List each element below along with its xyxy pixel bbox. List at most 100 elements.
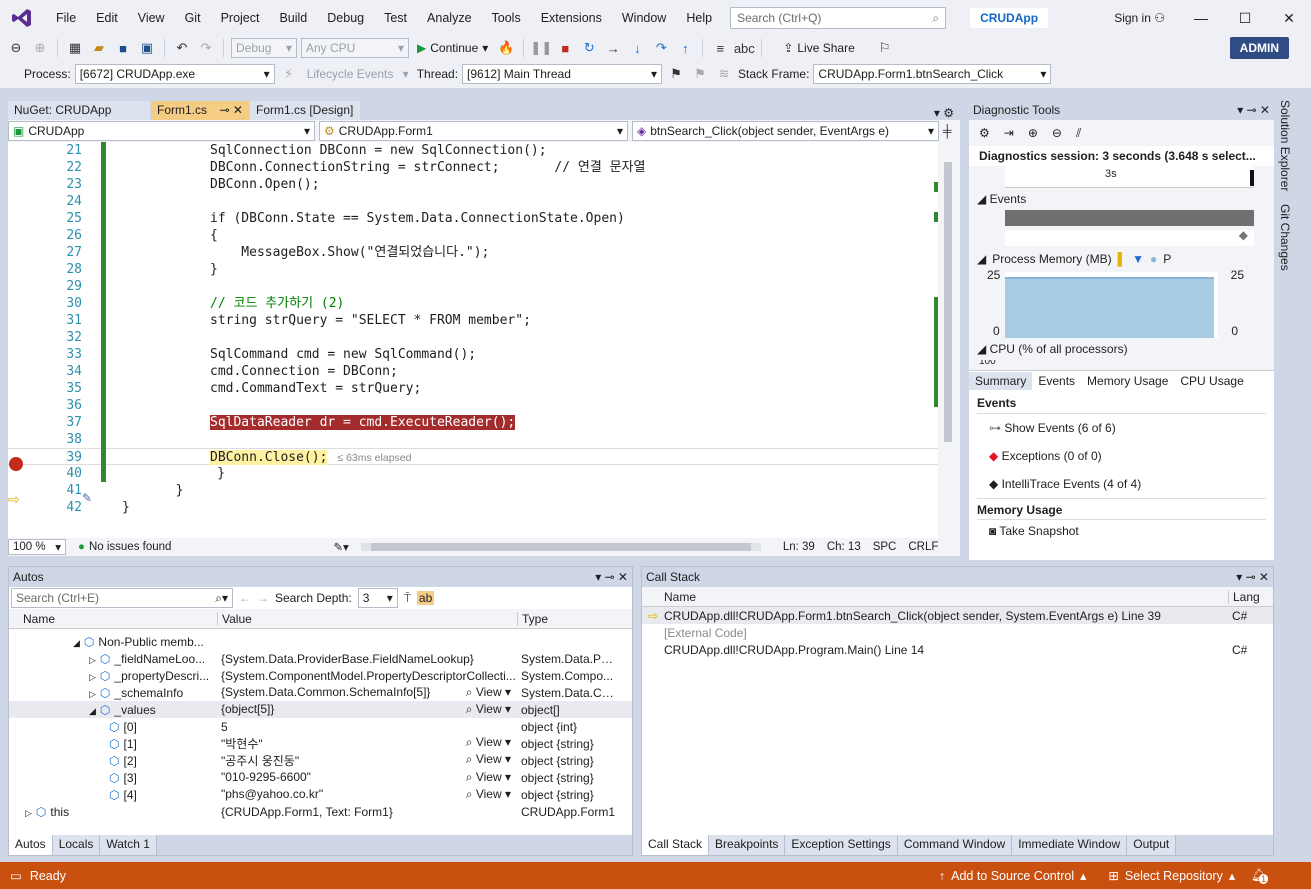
flag-thread-icon[interactable]: ⚑ — [666, 64, 686, 84]
code-line[interactable]: 21 SqlConnection DBConn = new SqlConnecti… — [8, 142, 938, 159]
filter-icon[interactable]: ⍑ — [404, 591, 411, 606]
tab-call-stack[interactable]: Call Stack — [642, 835, 710, 855]
menu-test[interactable]: Test — [374, 0, 417, 36]
menu-file[interactable]: File — [46, 0, 86, 36]
member-nav-select[interactable]: ◈ btnSearch_Click(object sender, EventArg… — [632, 121, 939, 141]
edit-pencil-icon[interactable]: ✎ — [82, 491, 92, 505]
call-stack-row[interactable]: [External Code] — [642, 624, 1273, 641]
maximize-button[interactable]: ☐ — [1223, 10, 1267, 27]
autos-row[interactable]: ⬡ [2] "공주시 웅진동" ⌕ View ▾ object {string} — [9, 752, 632, 769]
tab-immediate-window[interactable]: Immediate Window — [1012, 835, 1128, 855]
solution-explorer-tab[interactable]: Solution Explorer — [1278, 100, 1292, 196]
autos-row[interactable]: ⬡ [3] "010-9295-6600" ⌕ View ▾ object {strin… — [9, 769, 632, 786]
menu-window[interactable]: Window — [612, 0, 676, 36]
expand-icon[interactable]: ▷ — [89, 689, 96, 699]
select-repository-button[interactable]: ⊞ Select Repository ▴ — [1108, 868, 1235, 884]
split-editor-icon[interactable]: ╪ — [943, 124, 952, 138]
close-button[interactable]: ✕ — [1267, 10, 1311, 27]
autos-value-cell[interactable]: {System.Data.ProviderBase.FieldNameLooku… — [217, 652, 517, 666]
zoom-select[interactable]: 100 % ▾ — [8, 539, 66, 555]
type-nav-select[interactable]: ⚙ CRUDApp.Form1 ▾ — [319, 121, 628, 141]
diag-tab-cpu-usage[interactable]: CPU Usage — [1174, 372, 1249, 390]
step-over-icon[interactable]: ↷ — [651, 38, 671, 58]
tab-form1-cs[interactable]: Form1.cs ⊸ ✕ — [151, 101, 249, 120]
redo-icon[interactable]: ↷ — [196, 38, 216, 58]
menu-tools[interactable]: Tools — [482, 0, 531, 36]
forward-icon[interactable]: ⊕ — [30, 38, 50, 58]
panel-controls-icon[interactable]: ▾ ⊸ ✕ — [1237, 103, 1270, 117]
autos-value-cell[interactable]: {System.ComponentModel.PropertyDescripto… — [217, 669, 517, 683]
quick-search-input[interactable]: Search (Ctrl+Q) ⌕ — [730, 7, 947, 29]
panel-controls-icon[interactable]: ▾ ⊸ ✕ — [1236, 570, 1269, 584]
col-type[interactable]: Type — [517, 611, 548, 626]
git-changes-tab[interactable]: Git Changes — [1278, 204, 1292, 271]
arrow-right-icon[interactable]: → — [257, 591, 269, 605]
timeline-ruler[interactable]: 3s — [1005, 166, 1254, 188]
autos-row[interactable]: ▷ ⬡ this {CRUDApp.Form1, Text: Form1} CRUDAp… — [9, 803, 632, 820]
hot-reload-icon[interactable]: 🔥 — [496, 38, 516, 58]
restart-icon[interactable]: ↻ — [579, 38, 599, 58]
autos-row[interactable]: ⬡ [0] 5 object {int} — [9, 718, 632, 735]
brush-icon[interactable]: ✎▾ — [333, 540, 348, 554]
autos-row[interactable]: ▷ ⬡ _fieldNameLoo... {System.Data.ProviderB… — [9, 650, 632, 667]
stop-icon[interactable]: ■ — [555, 38, 575, 58]
autos-value-cell[interactable]: {System.Data.Common.SchemaInfo[5]} ⌕ View… — [217, 685, 517, 700]
expand-icon[interactable]: ◢ — [73, 638, 80, 648]
autos-value-cell[interactable]: {object[5]} ⌕ View ▾ — [217, 702, 517, 717]
code-line[interactable]: 26 { — [8, 227, 938, 244]
col-name[interactable]: Name — [9, 612, 217, 626]
menu-extensions[interactable]: Extensions — [531, 0, 612, 36]
intellitrace-link[interactable]: ◆ IntelliTrace Events (4 of 4) — [977, 470, 1266, 498]
vertical-scrollbar[interactable] — [934, 142, 960, 538]
menu-view[interactable]: View — [128, 0, 175, 36]
step-into-icon[interactable]: ↓ — [627, 38, 647, 58]
search-depth-select[interactable]: 3 ▾ — [357, 588, 398, 608]
code-line[interactable]: 35 cmd.CommandText = strQuery; — [8, 380, 938, 397]
diag-tab-summary[interactable]: Summary — [969, 371, 1033, 390]
panel-controls-icon[interactable]: ▾ ⊸ ✕ — [595, 570, 628, 584]
visualizer-view-button[interactable]: ⌕ View ▾ — [466, 702, 517, 717]
show-threads-icon[interactable]: ≋ — [714, 64, 734, 84]
zoom-out-icon[interactable]: ⊖ — [1052, 126, 1062, 140]
code-line[interactable]: 28} — [8, 261, 938, 278]
autos-row[interactable]: ▷ ⬡ _propertyDescri... {System.ComponentMod… — [9, 667, 632, 684]
code-line[interactable]: 25 if (DBConn.State == System.Data.Connec… — [8, 210, 938, 227]
tab-exception-settings[interactable]: Exception Settings — [785, 835, 898, 855]
settings-icon[interactable]: ⚙ — [979, 126, 990, 140]
expand-icon[interactable]: ▷ — [89, 655, 96, 665]
menu-project[interactable]: Project — [211, 0, 270, 36]
tab-watch-1[interactable]: Watch 1 — [100, 835, 157, 855]
expand-icon[interactable]: ◢ — [89, 706, 96, 716]
call-stack-row[interactable]: CRUDApp.dll!CRUDApp.Program.Main() Line … — [642, 641, 1273, 658]
visualizer-view-button[interactable]: ⌕ View ▾ — [466, 685, 517, 700]
stack-frame-select[interactable]: CRUDApp.Form1.btnSearch_Click ▾ — [813, 64, 1052, 84]
tab-overflow-icon[interactable]: ▾ ⚙ — [934, 106, 960, 120]
menu-build[interactable]: Build — [269, 0, 317, 36]
export-icon[interactable]: ⇥ — [1004, 126, 1014, 140]
autos-search-input[interactable]: Search (Ctrl+E) ⌕▾ — [11, 588, 233, 608]
exceptions-link[interactable]: ◆ Exceptions (0 of 0) — [977, 442, 1266, 470]
lifecycle-events-select[interactable]: Lifecycle Events ▾ — [303, 64, 413, 84]
menu-edit[interactable]: Edit — [86, 0, 128, 36]
col-lang[interactable]: Lang — [1228, 589, 1260, 604]
back-icon[interactable]: ⊖ — [6, 38, 26, 58]
configuration-select[interactable]: Debug ▾ — [231, 38, 297, 58]
visualizer-view-button[interactable]: ⌕ View ▾ — [466, 735, 517, 752]
show-events-link[interactable]: ⊶ Show Events (6 of 6) — [977, 414, 1266, 442]
hex-display-icon[interactable]: ab — [416, 591, 435, 605]
take-snapshot-button[interactable]: ◙ Take Snapshot — [977, 520, 1266, 538]
undo-icon[interactable]: ↶ — [172, 38, 192, 58]
break-all-icon[interactable]: ❚❚ — [530, 38, 552, 58]
expand-icon[interactable]: ▷ — [25, 808, 32, 818]
autos-value-cell[interactable]: {CRUDApp.Form1, Text: Form1} — [217, 805, 517, 819]
breakpoint-icon[interactable] — [9, 457, 23, 471]
pin-icon[interactable]: ⊸ ✕ — [220, 103, 243, 118]
new-project-icon[interactable]: ▦ — [65, 38, 85, 58]
code-line[interactable]: 40 } — [8, 465, 938, 482]
menu-git[interactable]: Git — [175, 0, 211, 36]
autos-row[interactable]: ⬡ [1] "박현수" ⌕ View ▾ object {string} — [9, 735, 632, 752]
code-line[interactable]: 22 DBConn.ConnectionString = strConnect; … — [8, 159, 938, 176]
code-line[interactable]: 27 MessageBox.Show("연결되었습니다."); — [8, 244, 938, 261]
save-icon[interactable]: ■ — [113, 38, 133, 58]
autos-row[interactable]: ◢ ⬡ Non-Public memb... — [9, 633, 632, 650]
